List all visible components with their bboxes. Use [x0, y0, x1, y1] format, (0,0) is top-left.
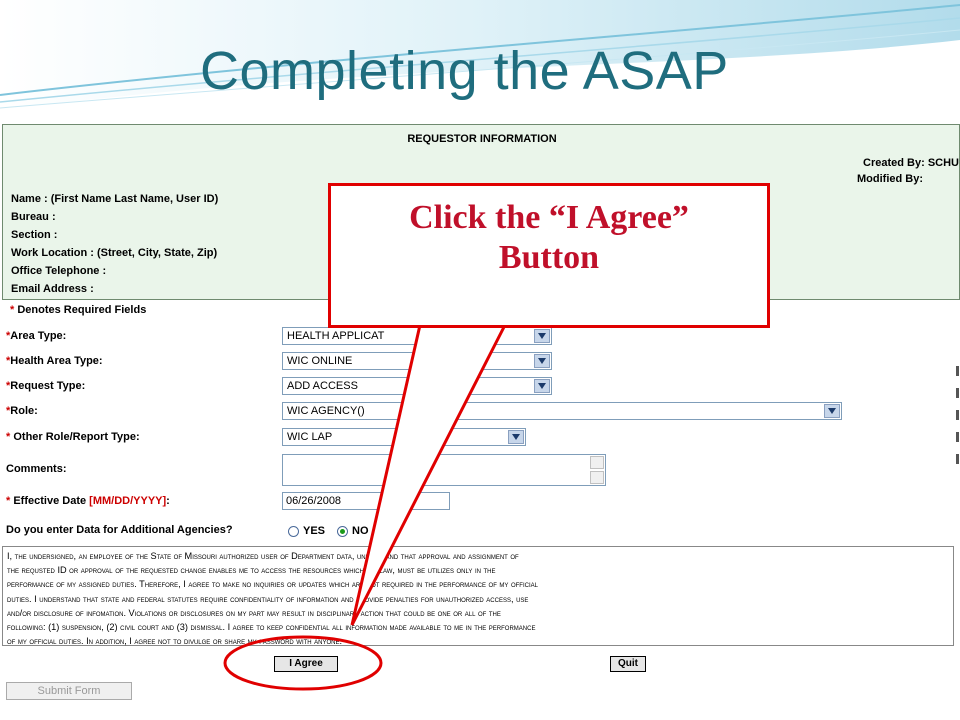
- chevron-down-icon[interactable]: [534, 379, 550, 393]
- no-radio-label: NO: [352, 525, 369, 537]
- submit-form-button[interactable]: Submit Form: [6, 682, 132, 700]
- quit-button[interactable]: Quit: [610, 656, 646, 672]
- section-label: Section :: [11, 229, 58, 241]
- scroll-down-icon[interactable]: [590, 471, 604, 484]
- name-label: Name : (First Name Last Name, User ID): [11, 193, 219, 205]
- health-area-type-label: *Health Area Type:: [6, 355, 103, 367]
- slide-title: Completing the ASAP: [200, 41, 729, 101]
- agreement-line: performance of my assigned duties. There…: [7, 579, 538, 590]
- effective-date-input[interactable]: 06/26/2008: [282, 492, 450, 510]
- other-role-select[interactable]: WIC LAP: [282, 428, 526, 446]
- required-note: * Denotes Required Fields: [10, 304, 147, 316]
- agreement-line: following: (1) suspension, (2) civil cou…: [7, 622, 536, 633]
- role-label: *Role:: [6, 405, 38, 417]
- agreement-line: duties. I understand that state and fede…: [7, 593, 529, 604]
- scroll-up-icon[interactable]: [590, 456, 604, 469]
- callout-line-2: Button: [498, 239, 600, 276]
- chevron-down-icon[interactable]: [534, 354, 550, 368]
- instruction-callout: Click the “I Agree” Button: [328, 183, 770, 328]
- cropped-edge-marks: [956, 366, 959, 464]
- agreement-line: I, the undersigned, an employee of the S…: [7, 551, 519, 561]
- request-type-label: *Request Type:: [6, 380, 86, 392]
- additional-agencies-label: Do you enter Data for Additional Agencie…: [6, 524, 233, 536]
- area-type-label: *Area Type:: [6, 330, 67, 342]
- agreement-text: I, the undersigned, an employee of the S…: [2, 546, 954, 646]
- area-type-select[interactable]: HEALTH APPLICAT: [282, 327, 552, 345]
- callout-text: Click the “I Agree” Button: [331, 198, 767, 278]
- modified-by: Modified By:: [857, 173, 923, 185]
- comments-textarea[interactable]: [282, 454, 606, 486]
- comments-label: Comments:: [6, 463, 67, 475]
- requestor-heading: REQUESTOR INFORMATION: [407, 133, 557, 145]
- request-type-select[interactable]: ADD ACCESS: [282, 377, 552, 395]
- effective-date-label: * Effective Date [MM/DD/YYYY]:: [6, 495, 170, 507]
- yes-radio[interactable]: [288, 526, 299, 537]
- work-location-label: Work Location : (Street, City, State, Zi…: [11, 247, 218, 259]
- bureau-label: Bureau :: [11, 211, 56, 223]
- callout-line-1: Click the “I Agree”: [409, 199, 689, 236]
- chevron-down-icon[interactable]: [534, 329, 550, 343]
- created-by: Created By: SCHU: [863, 157, 959, 169]
- other-role-label: * Other Role/Report Type:: [6, 431, 140, 443]
- chevron-down-icon[interactable]: [508, 430, 524, 444]
- email-address-label: Email Address :: [11, 283, 94, 295]
- health-area-type-select[interactable]: WIC ONLINE: [282, 352, 552, 370]
- agreement-line: the requsted ID or approval of the reque…: [7, 565, 496, 576]
- i-agree-button[interactable]: I Agree: [274, 656, 338, 672]
- office-telephone-label: Office Telephone :: [11, 265, 107, 277]
- no-radio[interactable]: [337, 526, 348, 537]
- chevron-down-icon[interactable]: [824, 404, 840, 418]
- agreement-line: of my official duties. In addition, I ag…: [7, 636, 343, 647]
- yes-radio-label: YES: [303, 525, 326, 537]
- role-select[interactable]: WIC AGENCY(): [282, 402, 842, 420]
- agreement-line: and/or disclosure of infomation. Violati…: [7, 607, 501, 618]
